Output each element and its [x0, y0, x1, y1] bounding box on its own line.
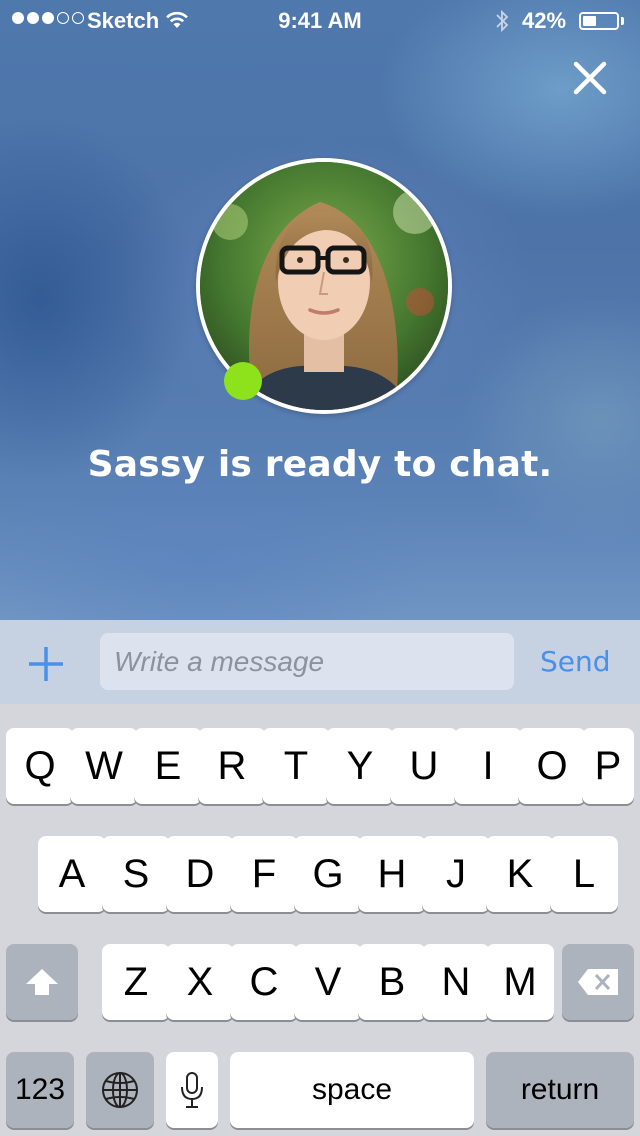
plus-icon: [29, 647, 63, 681]
online-status-indicator: [224, 362, 262, 400]
key-h[interactable]: H: [358, 836, 426, 912]
key-z[interactable]: Z: [102, 944, 170, 1020]
battery-percentage: 42%: [522, 8, 567, 33]
key-k[interactable]: K: [486, 836, 554, 912]
numbers-key[interactable]: 123: [6, 1052, 74, 1128]
microphone-key[interactable]: [166, 1052, 218, 1128]
globe-icon: [102, 1072, 138, 1108]
add-attachment-button[interactable]: [26, 644, 66, 684]
globe-key[interactable]: [86, 1052, 154, 1128]
key-x[interactable]: X: [166, 944, 234, 1020]
shift-key[interactable]: [6, 944, 78, 1020]
key-v[interactable]: V: [294, 944, 362, 1020]
delete-backward-icon: [578, 969, 618, 995]
key-s[interactable]: S: [102, 836, 170, 912]
key-n[interactable]: N: [422, 944, 490, 1020]
close-icon: [573, 61, 607, 95]
key-u[interactable]: U: [390, 728, 458, 804]
key-q[interactable]: Q: [6, 728, 74, 804]
key-a[interactable]: A: [38, 836, 106, 912]
key-c[interactable]: C: [230, 944, 298, 1020]
key-w[interactable]: W: [70, 728, 138, 804]
key-f[interactable]: F: [230, 836, 298, 912]
close-button[interactable]: [568, 56, 612, 100]
key-b[interactable]: B: [358, 944, 426, 1020]
key-p[interactable]: P: [582, 728, 634, 804]
send-button[interactable]: Send: [540, 645, 611, 678]
key-e[interactable]: E: [134, 728, 202, 804]
key-i[interactable]: I: [454, 728, 522, 804]
chat-ready-message: Sassy is ready to chat.: [87, 444, 553, 485]
shift-arrow-icon: [26, 969, 58, 995]
key-m[interactable]: M: [486, 944, 554, 1020]
battery-level-fill: [583, 16, 596, 26]
microphone-icon: [181, 1072, 203, 1108]
key-y[interactable]: Y: [326, 728, 394, 804]
key-g[interactable]: G: [294, 836, 362, 912]
key-j[interactable]: J: [422, 836, 490, 912]
key-r[interactable]: R: [198, 728, 266, 804]
bluetooth-icon: [494, 9, 510, 39]
status-bar: Sketch 9:41 AM 42%: [0, 0, 640, 40]
message-input[interactable]: [100, 633, 514, 690]
key-t[interactable]: T: [262, 728, 330, 804]
key-l[interactable]: L: [550, 836, 618, 912]
backspace-key[interactable]: [562, 944, 634, 1020]
key-o[interactable]: O: [518, 728, 586, 804]
battery-icon: [579, 12, 619, 30]
battery-cap: [621, 17, 624, 25]
space-key[interactable]: space: [230, 1052, 474, 1128]
return-key[interactable]: return: [486, 1052, 634, 1128]
key-d[interactable]: D: [166, 836, 234, 912]
